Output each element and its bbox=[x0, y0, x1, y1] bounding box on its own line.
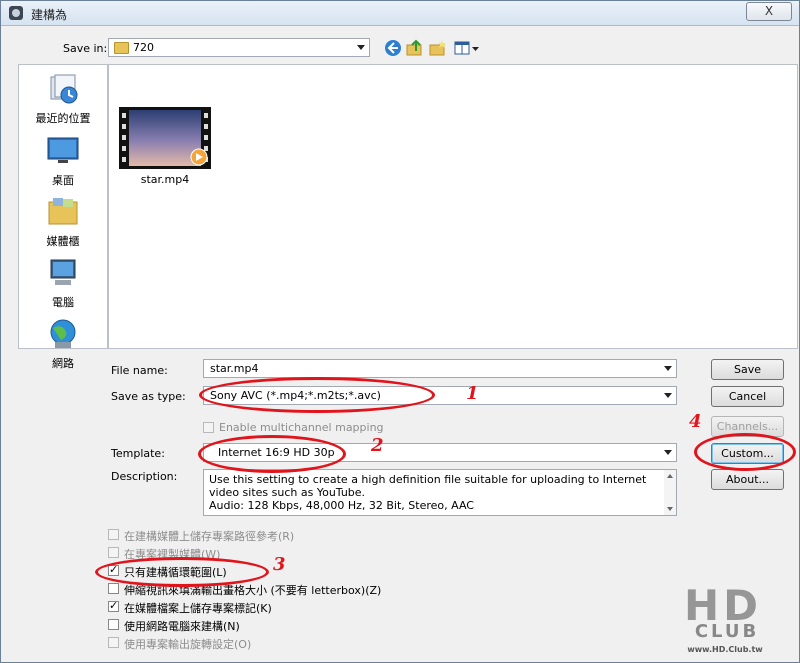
description-scrollbar[interactable] bbox=[664, 470, 676, 515]
about-button[interactable]: About... bbox=[711, 469, 784, 490]
save-button[interactable]: Save bbox=[711, 359, 784, 380]
app-icon bbox=[9, 6, 23, 20]
annotation-circle bbox=[199, 377, 435, 413]
description-body: Use this setting to create a high defini… bbox=[209, 473, 647, 499]
option-label: 使用專案輸出旋轉設定(O) bbox=[124, 638, 252, 651]
checkbox-box bbox=[108, 529, 119, 540]
save-in-label: Save in: bbox=[63, 42, 108, 55]
checkbox-box bbox=[203, 422, 214, 433]
file-list: star.mp4 bbox=[108, 64, 798, 349]
chevron-down-icon bbox=[357, 45, 365, 50]
checkbox-box bbox=[108, 619, 119, 630]
file-name-input[interactable]: star.mp4 bbox=[203, 359, 677, 378]
watermark-club: CLUB bbox=[694, 621, 760, 642]
place-label: 最近的位置 bbox=[35, 112, 91, 125]
save-dialog: 建構為 X Save in: 720 最近的位置 桌面 媒體櫃 電腦 網路 st… bbox=[0, 0, 800, 663]
description-audio: Audio: 128 Kbps, 48,000 Hz, 32 Bit, Ster… bbox=[209, 499, 474, 512]
annotation-circle bbox=[95, 557, 269, 587]
file-name-label: File name: bbox=[111, 364, 168, 377]
file-name-label: star.mp4 bbox=[140, 173, 190, 186]
annotation-circle bbox=[198, 435, 346, 473]
annotation-number: 4 bbox=[689, 411, 702, 432]
place-network[interactable]: 網路 bbox=[19, 318, 107, 371]
checkbox-box bbox=[108, 547, 119, 558]
description-text: Use this setting to create a high defini… bbox=[209, 473, 657, 512]
new-folder-icon[interactable] bbox=[429, 39, 447, 57]
places-bar: 最近的位置 桌面 媒體櫃 電腦 網路 bbox=[18, 64, 108, 370]
annotation-number: 3 bbox=[273, 554, 286, 575]
views-menu-icon[interactable] bbox=[453, 39, 481, 57]
place-label: 網路 bbox=[52, 357, 74, 370]
back-icon[interactable] bbox=[384, 39, 402, 57]
checkbox-box bbox=[108, 637, 119, 648]
multichannel-label: Enable multichannel mapping bbox=[219, 421, 384, 434]
video-thumbnail-icon bbox=[119, 107, 211, 169]
place-recent[interactable]: 最近的位置 bbox=[19, 73, 107, 126]
chevron-down-icon bbox=[664, 366, 672, 371]
place-libraries[interactable]: 媒體櫃 bbox=[19, 196, 107, 249]
title-bar: 建構為 X bbox=[1, 1, 799, 26]
annotation-number: 1 bbox=[466, 383, 479, 404]
option-label: 使用網路電腦來建構(N) bbox=[124, 620, 240, 633]
description-box[interactable]: Use this setting to create a high defini… bbox=[203, 469, 677, 516]
checkbox-box bbox=[108, 583, 119, 594]
annotation-circle bbox=[694, 433, 796, 471]
file-item[interactable]: star.mp4 bbox=[109, 65, 221, 190]
file-name-value: star.mp4 bbox=[210, 362, 259, 375]
cancel-button[interactable]: Cancel bbox=[711, 386, 784, 407]
watermark-url: www.HD.Club.tw bbox=[687, 645, 763, 654]
place-desktop[interactable]: 桌面 bbox=[19, 135, 107, 188]
save-in-dropdown[interactable]: 720 bbox=[108, 38, 370, 57]
option-label: 在媒體檔案上儲存專案標記(K) bbox=[124, 602, 272, 615]
save-in-value: 720 bbox=[133, 41, 154, 54]
annotation-number: 2 bbox=[371, 435, 384, 456]
scroll-down-icon bbox=[667, 507, 673, 511]
place-label: 媒體櫃 bbox=[46, 235, 80, 248]
checkbox-box: ✓ bbox=[108, 599, 119, 612]
check-mark-icon: ✓ bbox=[109, 599, 119, 612]
place-computer[interactable]: 電腦 bbox=[19, 257, 107, 310]
chevron-down-icon bbox=[664, 450, 672, 455]
recent-places-icon bbox=[50, 74, 78, 104]
close-button[interactable]: X bbox=[746, 2, 792, 21]
window-title: 建構為 bbox=[31, 8, 68, 22]
computer-icon bbox=[50, 259, 76, 285]
option-label: 在建構媒體上儲存專案路徑參考(R) bbox=[124, 530, 295, 543]
up-folder-icon[interactable] bbox=[406, 39, 424, 57]
template-label: Template: bbox=[111, 447, 165, 460]
folder-icon bbox=[114, 42, 129, 54]
save-type-label: Save as type: bbox=[111, 390, 186, 403]
libraries-icon bbox=[48, 198, 78, 225]
chevron-down-icon bbox=[664, 393, 672, 398]
desktop-icon bbox=[47, 137, 79, 163]
place-label: 桌面 bbox=[52, 174, 74, 187]
description-label: Description: bbox=[111, 470, 178, 483]
place-label: 電腦 bbox=[52, 296, 74, 309]
network-icon bbox=[50, 319, 76, 348]
scroll-up-icon bbox=[667, 474, 673, 478]
